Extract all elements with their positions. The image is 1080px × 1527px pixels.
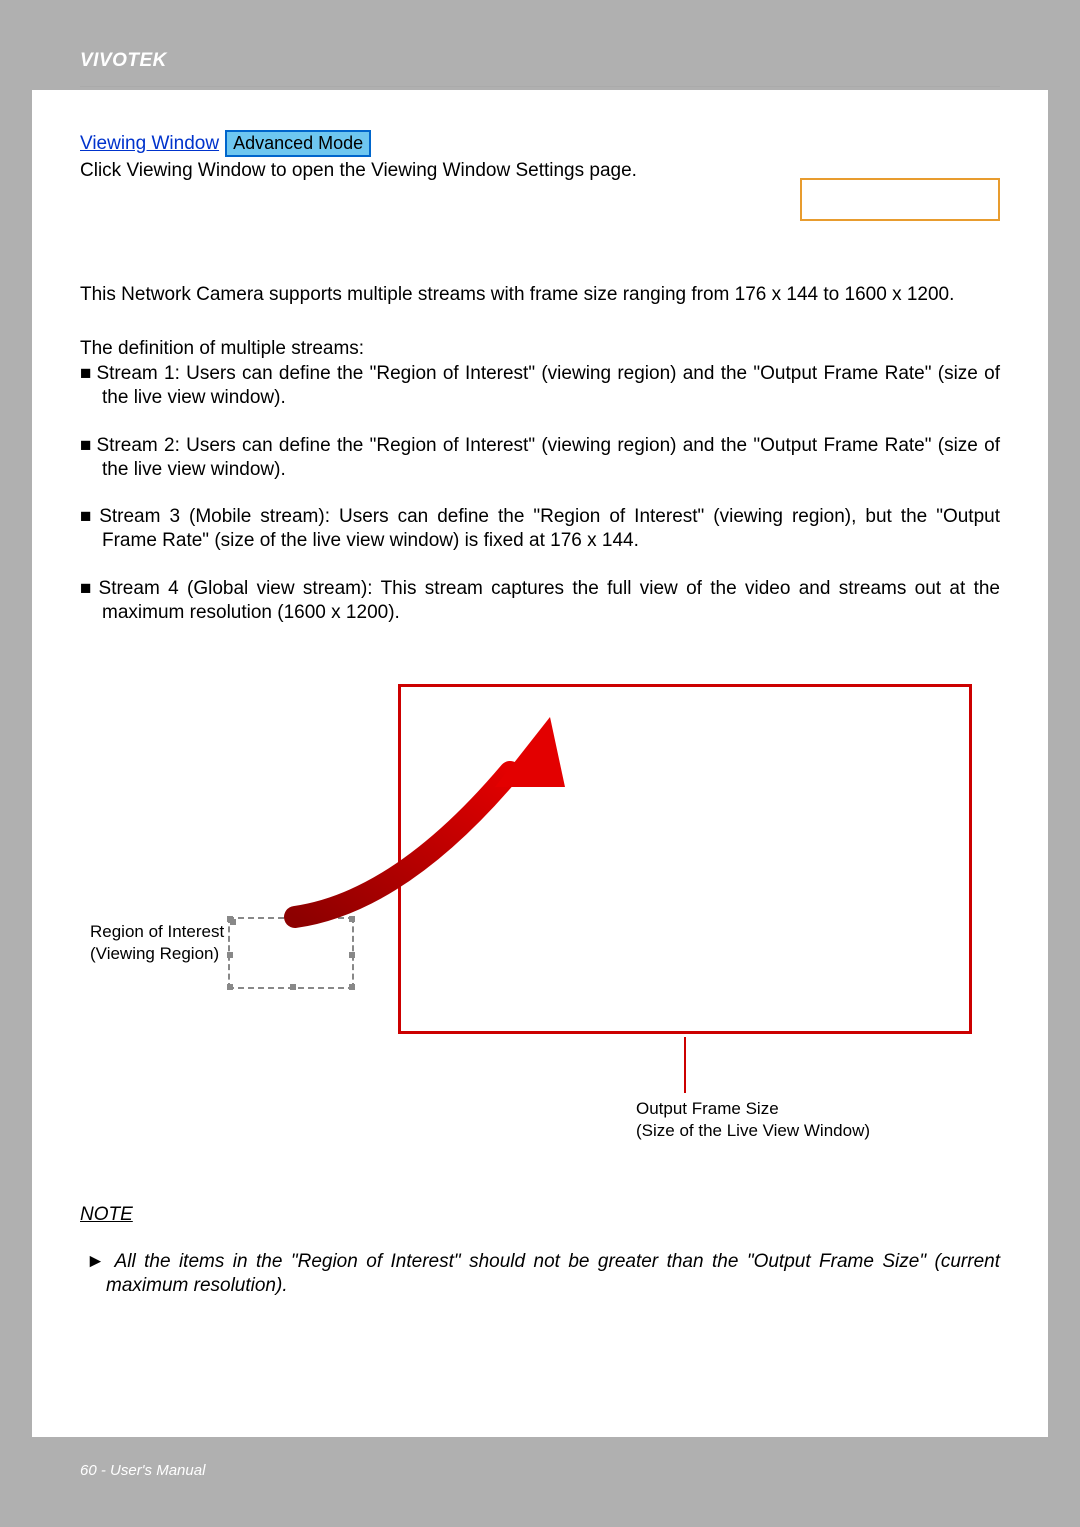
stream-item-3: ■Stream 3 (Mobile stream): Users can def… [80,505,1000,553]
intro-paragraph: This Network Camera supports multiple st… [80,283,1000,307]
stream-4-text: Stream 4 (Global view stream): This stre… [99,578,1000,623]
stream-item-4: ■Stream 4 (Global view stream): This str… [80,577,1000,625]
roi-label-line2: (Viewing Region) [90,943,224,964]
callout-box [800,178,1000,221]
definitions-heading: The definition of multiple streams: [80,337,1000,361]
arrow-icon [250,692,620,932]
bullet-icon: ■ [80,578,95,599]
page-content: Viewing Window Advanced Mode Click Viewi… [80,130,1000,1298]
stream-item-1: ■Stream 1: Users can define the "Region … [80,362,1000,410]
advanced-mode-badge: Advanced Mode [225,130,371,157]
stream-2-text: Stream 2: Users can define the "Region o… [96,435,1000,480]
stream-list: ■Stream 1: Users can define the "Region … [80,362,1000,624]
brand-label: VIVOTEK [80,50,1000,72]
note-section: NOTE ► All the items in the "Region of I… [80,1204,1000,1298]
note-heading: NOTE [80,1204,1000,1226]
output-label-line2: (Size of the Live View Window) [636,1120,870,1142]
note-item-text: All the items in the "Region of Interest… [106,1251,1000,1296]
note-item: ► All the items in the "Region of Intere… [80,1250,1000,1298]
page-background: VIVOTEK Viewing Window Advanced Mode Cli… [32,0,1048,1527]
roi-label: Region of Interest (Viewing Region) [90,921,224,964]
page-footer: 60 - User's Manual [80,1462,205,1479]
section-title-row: Viewing Window Advanced Mode [80,130,1000,157]
bullet-icon: ■ [80,363,92,384]
stream-1-text: Stream 1: Users can define the "Region o… [96,363,1000,408]
footer-band [32,1437,1048,1527]
triangle-right-icon: ► [86,1251,105,1272]
stream-3-text: Stream 3 (Mobile stream): Users can defi… [99,506,1000,551]
roi-label-line1: Region of Interest [90,921,224,942]
output-label-line1: Output Frame Size [636,1098,870,1120]
stream-item-2: ■Stream 2: Users can define the "Region … [80,434,1000,482]
output-label: Output Frame Size (Size of the Live View… [636,1098,870,1142]
bullet-icon: ■ [80,506,95,527]
viewing-window-link[interactable]: Viewing Window [80,133,219,155]
page-header: VIVOTEK [32,50,1048,87]
diagram-area: Region of Interest (Viewing Region) [80,684,1000,1154]
header-divider [80,86,1000,87]
bullet-icon: ■ [80,435,92,456]
output-connector-line [684,1037,686,1093]
